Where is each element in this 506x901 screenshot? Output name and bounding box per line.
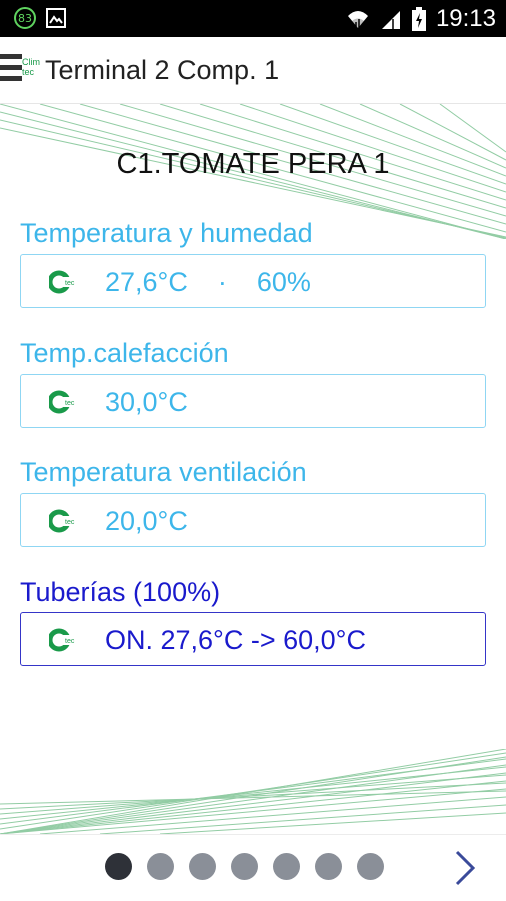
ventilation-temp-value: 20,0°C [105, 506, 188, 536]
status-left: 83 [14, 7, 66, 29]
ventilation-temp-label: Temperatura ventilación [20, 457, 307, 487]
battery-icon [411, 7, 426, 31]
page-dot[interactable] [273, 853, 300, 880]
wifi-icon [347, 11, 368, 28]
record-title: C1.TOMATE PERA 1 [116, 148, 390, 180]
heating-temp-value: 30,0°C [105, 387, 188, 417]
page-dot[interactable] [315, 853, 342, 880]
page-dot[interactable] [231, 853, 258, 880]
notification-badge-icon: 83 [14, 7, 36, 29]
climatec-logo-icon: tec [49, 509, 75, 533]
chevron-right-icon[interactable] [449, 849, 479, 887]
svg-text:tec: tec [65, 280, 75, 287]
page-title: Terminal 2 Comp. 1 [45, 55, 280, 85]
image-icon [46, 8, 66, 28]
menu-icon-line [0, 76, 22, 81]
status-bar: 83 19:13 [0, 0, 506, 37]
svg-text:tec: tec [65, 519, 75, 526]
clock: 19:13 [435, 5, 496, 32]
climatec-logo-icon: tec [49, 390, 75, 414]
main-content: C1.TOMATE PERA 1 Temperatura y humedad t… [0, 104, 506, 834]
pipes-box[interactable]: tec ON. 27,6°C -> 60,0°C [20, 612, 486, 666]
decorative-lines-bottom [0, 749, 506, 834]
menu-icon-line [0, 54, 22, 59]
temp-humidity-value: 27,6°C · 60% [105, 267, 311, 297]
page-dot[interactable] [189, 853, 216, 880]
temp-humidity-box[interactable]: tec 27,6°C · 60% [20, 254, 486, 308]
page-dot[interactable] [357, 853, 384, 880]
heating-temp-box[interactable]: tec 30,0°C [20, 374, 486, 428]
page-dot[interactable] [147, 853, 174, 880]
pipes-label: Tuberías (100%) [20, 577, 221, 607]
temp-humidity-label: Temperatura y humedad [20, 218, 313, 248]
bottom-navigation [0, 834, 506, 901]
heating-temp-label: Temp.calefacción [20, 338, 229, 368]
svg-text:tec: tec [65, 400, 75, 407]
svg-text:tec: tec [65, 638, 75, 645]
status-right: 19:13 [346, 5, 496, 33]
pipes-value: ON. 27,6°C -> 60,0°C [105, 625, 366, 655]
signal-icon [381, 11, 400, 29]
climatec-logo-icon: Clim tec [22, 57, 40, 77]
ventilation-temp-box[interactable]: tec 20,0°C [20, 493, 486, 547]
climatec-logo-icon: tec [49, 270, 75, 294]
page-dot[interactable] [105, 853, 132, 880]
climatec-logo-icon: tec [49, 628, 75, 652]
app-bar: Clim tec Terminal 2 Comp. 1 [0, 37, 506, 104]
page-indicator [105, 853, 384, 880]
menu-icon-line [0, 65, 22, 70]
